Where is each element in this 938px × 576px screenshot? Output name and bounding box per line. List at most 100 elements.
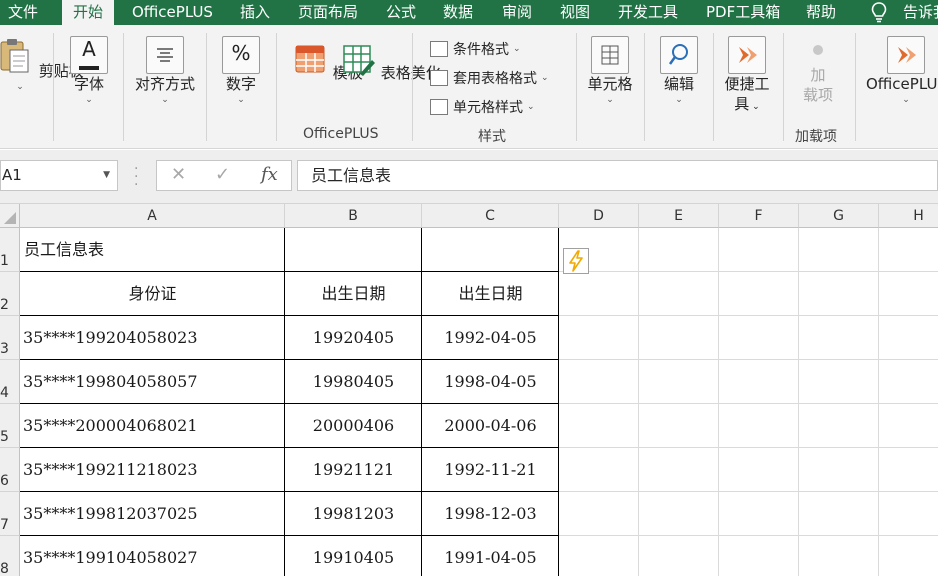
edit-button[interactable]: 编辑 ⌄ — [656, 36, 702, 106]
row-header[interactable]: 5 — [0, 404, 20, 448]
table-cell-birth[interactable]: 19910405 — [285, 536, 422, 576]
font-button[interactable]: A 字体 ⌄ — [66, 36, 112, 106]
cell-a1-title[interactable]: 员工信息表 — [24, 228, 104, 272]
insert-function-icon[interactable]: fx — [261, 164, 278, 185]
table-cell-birth[interactable]: 19980405 — [285, 360, 422, 404]
cell-header-birth[interactable]: 出生日期 — [285, 272, 422, 316]
name-box[interactable]: A1 ▼ — [0, 160, 118, 191]
row-number: 6 — [0, 473, 9, 489]
select-all-button[interactable] — [0, 204, 20, 228]
tab-page-layout[interactable]: 页面布局 — [298, 0, 358, 25]
tab-data[interactable]: 数据 — [443, 0, 473, 25]
row-header[interactable]: 3 — [0, 316, 20, 360]
font-label: 字体 — [73, 75, 104, 93]
table-format-button[interactable]: 套用表格格式 ⌄ — [430, 68, 549, 88]
convenient-tools-button[interactable]: 便捷工 具 ⌄ — [722, 36, 772, 117]
column-header-g[interactable]: G — [799, 204, 879, 228]
table-cell-id[interactable]: 35****199804058057 — [23, 360, 198, 404]
cell-style-button[interactable]: 单元格样式 ⌄ — [430, 97, 535, 117]
column-header-c[interactable]: C — [422, 204, 559, 228]
row-header[interactable]: 8 — [0, 536, 20, 576]
tab-officeplus[interactable]: OfficePLUS — [132, 0, 213, 25]
table-cell-id[interactable]: 35****200004068021 — [23, 404, 198, 448]
table-cell-id[interactable]: 35****199104058027 — [23, 536, 198, 576]
tab-home[interactable]: 开始 — [62, 0, 115, 27]
addins-icon — [813, 45, 823, 55]
tab-view[interactable]: 视图 — [560, 0, 590, 25]
row-header[interactable]: 2 — [0, 272, 20, 316]
cell-style-icon — [430, 99, 448, 115]
flash-fill-button[interactable] — [563, 248, 589, 274]
row-header[interactable]: 6 — [0, 448, 20, 492]
table-cell-id[interactable]: 35****199204058023 — [23, 316, 198, 360]
cells-icon — [591, 36, 629, 74]
table-cell-birth[interactable]: 19920405 — [285, 316, 422, 360]
addins-label-2: 载项 — [802, 86, 833, 104]
tab-review[interactable]: 审阅 — [502, 0, 532, 25]
clipboard-icon — [0, 39, 29, 73]
template-icon — [295, 45, 325, 73]
table-cell-date[interactable]: 1998-12-03 — [422, 492, 559, 536]
percent-icon: % — [222, 36, 260, 74]
formula-buttons: ✕ ✓ fx — [156, 160, 292, 191]
conditional-format-label: 条件格式 — [453, 42, 509, 58]
officeplus-button[interactable]: OfficePLUS ⌄ — [866, 36, 938, 106]
clipboard-button[interactable]: 剪贴板 ⌄ — [0, 36, 84, 93]
officeplus-bird-icon — [887, 36, 925, 74]
column-header-a[interactable]: A — [20, 204, 285, 228]
formula-input[interactable]: 员工信息表 — [297, 160, 938, 191]
align-center-icon — [146, 36, 184, 74]
cancel-icon[interactable]: ✕ — [171, 164, 186, 185]
tab-developer[interactable]: 开发工具 — [618, 0, 678, 25]
addins-button[interactable]: 加 载项 — [797, 45, 839, 105]
number-button[interactable]: % 数字 ⌄ — [218, 36, 264, 106]
enter-icon[interactable]: ✓ — [215, 164, 230, 185]
column-header-d[interactable]: D — [559, 204, 639, 228]
chevron-down-icon: ⌄ — [541, 73, 549, 83]
convenient-tools-label: 便捷工 — [724, 75, 770, 93]
table-beautify-icon — [343, 45, 375, 76]
template-button[interactable]: 模板 — [292, 42, 363, 83]
cell-header-id[interactable]: 身份证 — [20, 272, 285, 316]
table-format-icon — [430, 70, 448, 86]
tab-insert[interactable]: 插入 — [240, 0, 270, 25]
table-cell-birth[interactable]: 19981203 — [285, 492, 422, 536]
conditional-format-button[interactable]: 条件格式 ⌄ — [430, 39, 521, 59]
row-header[interactable]: 4 — [0, 360, 20, 404]
tab-file[interactable]: 文件 — [8, 0, 38, 25]
table-cell-date[interactable]: 1991-04-05 — [422, 536, 559, 576]
cell-header-birth-formatted[interactable]: 出生日期 — [422, 272, 559, 316]
row-number: 4 — [0, 385, 9, 401]
chevron-down-icon: ⌄ — [606, 95, 614, 105]
number-label: 数字 — [225, 75, 256, 93]
table-cell-id[interactable]: 35****199211218023 — [23, 448, 198, 492]
formula-bar-grip[interactable]: · · · — [134, 162, 139, 192]
table-cell-birth[interactable]: 20000406 — [285, 404, 422, 448]
chevron-down-icon: ⌄ — [161, 95, 169, 105]
table-cell-date[interactable]: 1992-04-05 — [422, 316, 559, 360]
table-cell-birth[interactable]: 19921121 — [285, 448, 422, 492]
cells-button[interactable]: 单元格 ⌄ — [584, 36, 636, 106]
table-cell-id[interactable]: 35****199812037025 — [23, 492, 198, 536]
column-header-h[interactable]: H — [879, 204, 938, 228]
column-header-e[interactable]: E — [639, 204, 719, 228]
lightbulb-icon[interactable] — [870, 1, 888, 23]
table-cell-date[interactable]: 1992-11-21 — [422, 448, 559, 492]
row-header[interactable]: 1 — [0, 228, 20, 272]
column-header-b[interactable]: B — [285, 204, 422, 228]
tab-help[interactable]: 帮助 — [806, 0, 836, 25]
addins-label: 加 — [810, 66, 826, 84]
row-header[interactable]: 7 — [0, 492, 20, 536]
tab-formulas[interactable]: 公式 — [386, 0, 416, 25]
dropdown-arrow-icon[interactable]: ▼ — [103, 161, 110, 190]
table-cell-date[interactable]: 1998-04-05 — [422, 360, 559, 404]
beautify-button[interactable]: 表格美化 — [340, 42, 441, 83]
alignment-button[interactable]: 对齐方式 ⌄ — [132, 36, 198, 106]
tell-me-search[interactable]: 告诉我 — [903, 0, 938, 25]
column-header-f[interactable]: F — [719, 204, 799, 228]
addins-group-label: 加载项 — [795, 129, 837, 145]
ribbon-divider — [576, 33, 577, 141]
table-cell-date[interactable]: 2000-04-06 — [422, 404, 559, 448]
tab-pdf-toolbox[interactable]: PDF工具箱 — [706, 0, 780, 25]
gridline — [798, 228, 799, 576]
